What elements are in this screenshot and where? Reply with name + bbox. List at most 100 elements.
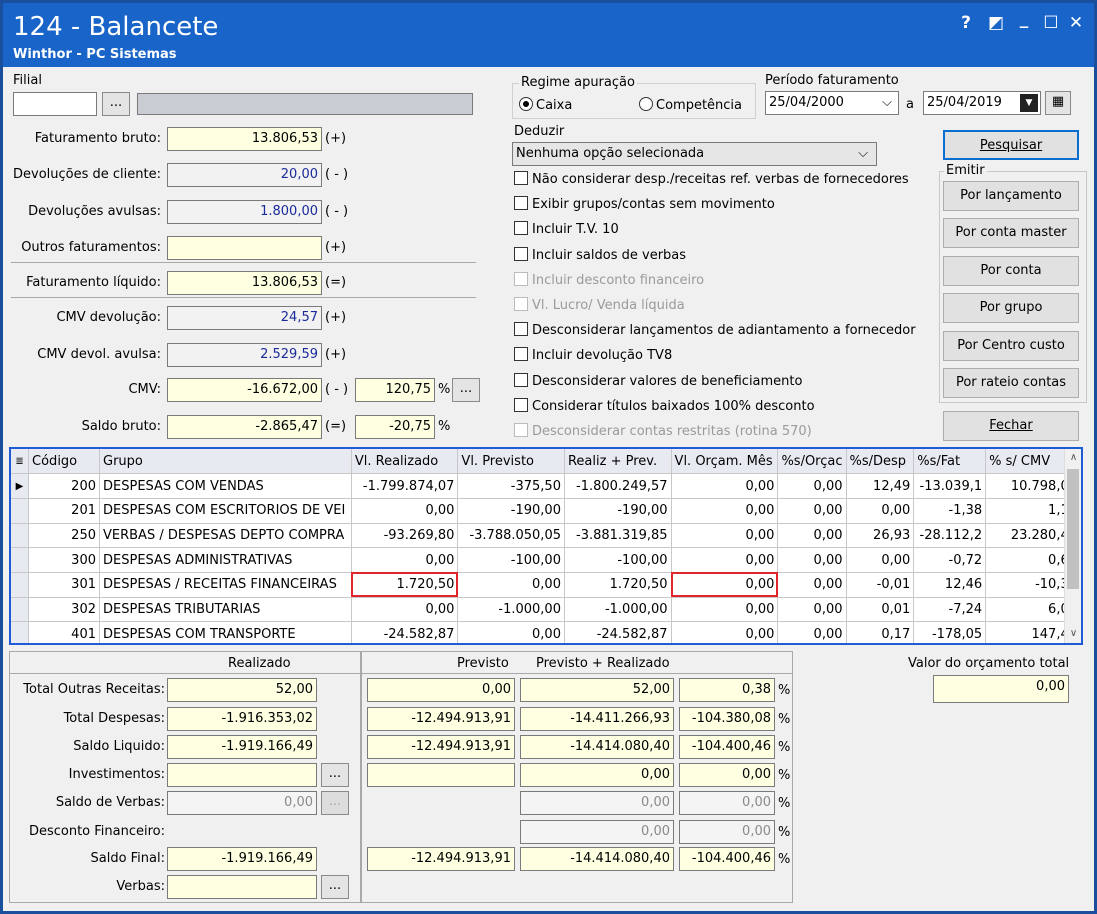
grid-cell[interactable]: 301 (28, 572, 100, 598)
grid-column-header[interactable]: Vl. Realizado (351, 449, 459, 475)
grid-column-header[interactable]: Vl. Orçam. Mês (671, 449, 779, 475)
totals-prev-real-value[interactable]: -14.414.080,40 (520, 847, 674, 871)
grid-cell[interactable]: -1.000,00 (564, 597, 672, 623)
option-checkbox[interactable]: Incluir saldos de verbas (514, 245, 686, 267)
totals-percent-value[interactable]: -104.380,08 (679, 707, 775, 731)
totals-browse-button[interactable]: ... (321, 875, 349, 899)
grid-column-header[interactable]: %s/Fat (913, 449, 987, 475)
grid-cell[interactable]: 0,00 (351, 498, 459, 524)
minimize-icon[interactable]: _ (1011, 9, 1037, 29)
grid-cell[interactable]: 0,00 (777, 547, 847, 573)
grid-cell[interactable]: 0,00 (846, 498, 915, 524)
totals-realizado-value[interactable]: -1.916.353,02 (167, 707, 317, 731)
grid-cell[interactable]: 0,00 (777, 523, 847, 549)
totals-browse-button[interactable]: ... (321, 763, 349, 787)
grid-cell[interactable]: 0,00 (457, 572, 565, 598)
totals-percent-value[interactable]: 0,00 (679, 763, 775, 787)
grid-cell[interactable]: DESPESAS / RECEITAS FINANCEIRAS (99, 572, 352, 598)
grid-cell[interactable]: -28.112,2 (913, 523, 987, 549)
grid-cell[interactable]: 0,01 (846, 597, 915, 623)
option-checkbox[interactable]: Desconsiderar valores de beneficiamento (514, 371, 802, 393)
grid-column-header[interactable]: Realiz + Prev. (564, 449, 672, 475)
totals-realizado-value[interactable] (167, 763, 317, 787)
faturamento-field-value[interactable]: 24,57 (167, 306, 322, 330)
table-row[interactable]: 401 DESPESAS COM TRANSPORTE -24.582,87 0,00… (11, 621, 1081, 643)
emitir-button[interactable]: Por conta master (943, 218, 1079, 249)
grid-cell[interactable]: 401 (28, 621, 100, 643)
radio-caixa[interactable]: Caixa (519, 97, 572, 113)
grid-cell[interactable]: -93.269,80 (351, 523, 459, 549)
grid-column-header[interactable]: %s/Orçac (777, 449, 847, 475)
emitir-button[interactable]: Por Centro custo (943, 330, 1079, 361)
pesquisar-button[interactable]: Pesquisar (943, 130, 1079, 160)
grid-scrollbar[interactable]: ∧ ∨ (1064, 449, 1081, 643)
grid-cell[interactable]: VERBAS / DESPESAS DEPTO COMPRA (99, 523, 352, 549)
filial-browse-button[interactable]: ... (102, 92, 130, 116)
orcamento-total-input[interactable]: 0,00 (933, 675, 1069, 703)
grid-cell[interactable]: -24.582,87 (351, 621, 459, 643)
close-icon[interactable]: ✕ (1063, 13, 1089, 33)
calendar-icon[interactable]: ▦ (1045, 91, 1071, 115)
faturamento-field-value[interactable] (167, 236, 322, 260)
totals-previsto-value[interactable]: 0,00 (367, 678, 515, 702)
grid-column-header[interactable]: Grupo (99, 449, 352, 475)
totals-previsto-value[interactable]: -12.494.913,91 (367, 735, 515, 759)
restore-layout-icon[interactable]: ◩ (983, 13, 1009, 33)
grid-cell[interactable]: 0,00 (671, 597, 779, 623)
grid-cell[interactable]: -3.788.050,05 (457, 523, 565, 549)
emitir-button[interactable]: Por lançamento (943, 181, 1079, 211)
totals-percent-value[interactable]: 0,38 (679, 678, 775, 702)
table-row[interactable]: ▶ 200 DESPESAS COM VENDAS -1.799.874,07 -375… (11, 473, 1081, 499)
grid-cell[interactable]: -190,00 (564, 498, 672, 524)
grid-cell[interactable]: -1,38 (913, 498, 987, 524)
grid-cell[interactable]: 201 (28, 498, 100, 524)
option-checkbox[interactable]: Incluir T.V. 10 (514, 219, 619, 241)
grid-cell[interactable]: -0,72 (913, 547, 987, 573)
option-checkbox[interactable]: Exibir grupos/contas sem movimento (514, 194, 775, 216)
totals-prev-real-value[interactable]: -14.414.080,40 (520, 735, 674, 759)
grid-cell[interactable]: -190,00 (457, 498, 565, 524)
grid-cell[interactable]: 200 (28, 473, 100, 499)
totals-prev-real-value[interactable]: 52,00 (520, 678, 674, 702)
grid-cell[interactable]: 0,00 (846, 547, 915, 573)
grid-cell[interactable]: -0,01 (846, 572, 915, 598)
totals-percent-value[interactable]: -104.400,46 (679, 735, 775, 759)
grid-cell[interactable]: -178,05 (913, 621, 987, 643)
grid-cell[interactable]: 0,00 (671, 498, 779, 524)
grid-cell[interactable]: -1.799.874,07 (351, 473, 459, 499)
percent-value[interactable]: -20,75 (355, 415, 435, 439)
grid-menu-icon[interactable]: ≣ (11, 449, 30, 475)
periodo-from-input[interactable]: 25/04/2000 ⌵ (765, 91, 899, 115)
grid-cell[interactable]: -3.881.319,85 (564, 523, 672, 549)
grid-column-header[interactable]: Vl. Previsto (457, 449, 565, 475)
radio-competencia[interactable]: Competência (639, 97, 742, 113)
grid-cell[interactable]: -13.039,1 (913, 473, 987, 499)
table-row[interactable]: 300 DESPESAS ADMINISTRATIVAS 0,00 -100,00 -1… (11, 547, 1081, 573)
grid-cell[interactable]: 0,00 (351, 597, 459, 623)
table-row[interactable]: 302 DESPESAS TRIBUTARIAS 0,00 -1.000,00 -1.0… (11, 597, 1081, 623)
maximize-icon[interactable]: ☐ (1038, 13, 1064, 33)
grid-cell[interactable]: -100,00 (564, 547, 672, 573)
grid-cell[interactable]: -7,24 (913, 597, 987, 623)
grid-cell[interactable]: 302 (28, 597, 100, 623)
grid-cell[interactable]: 0,00 (671, 621, 779, 643)
percent-value[interactable]: 120,75 (355, 378, 435, 402)
totals-realizado-value[interactable] (167, 875, 317, 899)
cmv-browse-button[interactable]: ... (452, 378, 480, 402)
totals-realizado-value[interactable]: -1.919.166,49 (167, 735, 317, 759)
scroll-thumb[interactable] (1067, 469, 1079, 589)
totals-prev-real-value[interactable]: -14.411.266,93 (520, 707, 674, 731)
accounts-grid[interactable]: ≣ Código Grupo Vl. Realizado Vl. Previsto Rea… (9, 447, 1083, 645)
grid-cell[interactable]: 12,49 (846, 473, 915, 499)
grid-cell[interactable]: 1.720,50 (351, 572, 459, 598)
option-checkbox[interactable]: Não considerar desp./receitas ref. verba… (514, 169, 909, 191)
totals-percent-value[interactable]: -104.400,46 (679, 847, 775, 871)
option-checkbox[interactable]: Desconsiderar lançamentos de adiantament… (514, 320, 916, 342)
grid-cell[interactable]: -100,00 (457, 547, 565, 573)
grid-cell[interactable]: -375,50 (457, 473, 565, 499)
grid-cell[interactable]: 1.720,50 (564, 572, 672, 598)
grid-cell[interactable]: 0,00 (777, 473, 847, 499)
faturamento-field-value[interactable]: 20,00 (167, 163, 322, 187)
table-row[interactable]: 250 VERBAS / DESPESAS DEPTO COMPRA -93.269… (11, 523, 1081, 549)
periodo-to-input[interactable]: 25/04/2019 ▼ (923, 91, 1041, 115)
